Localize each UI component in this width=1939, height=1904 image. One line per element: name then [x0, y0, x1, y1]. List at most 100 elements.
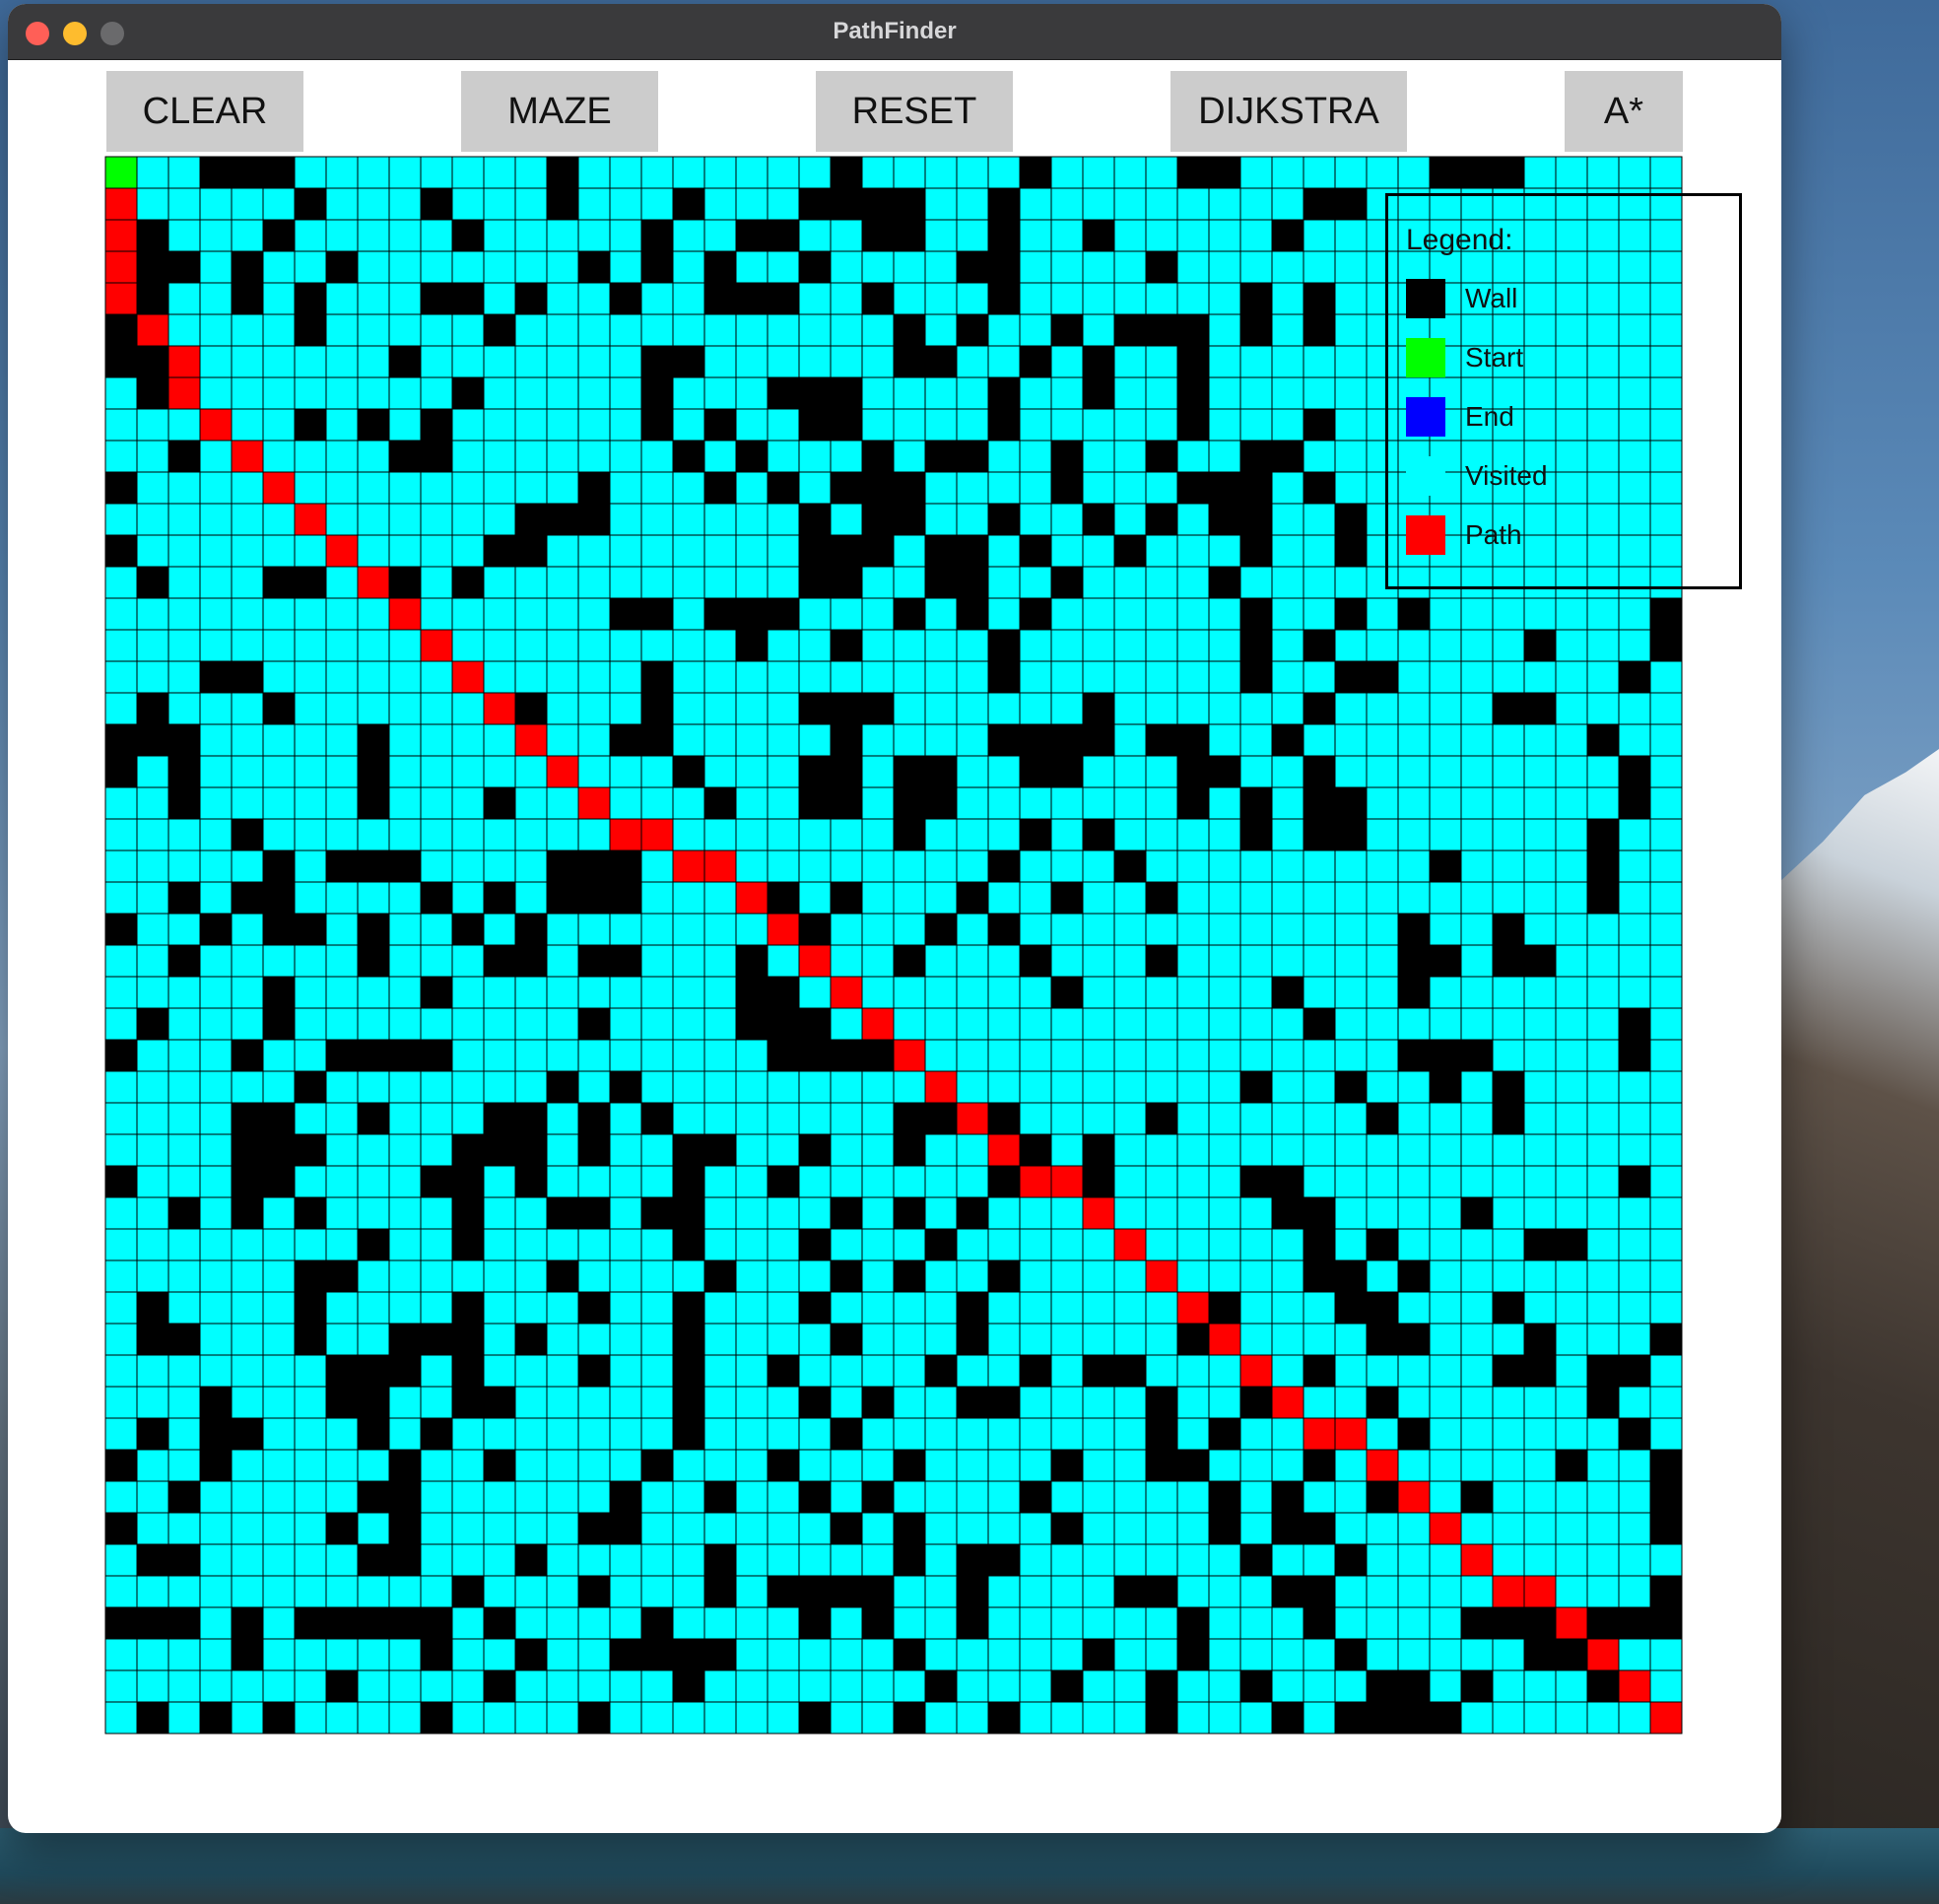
grid-cell-wall[interactable] — [924, 1228, 958, 1261]
grid-cell-visited[interactable] — [546, 471, 579, 505]
grid-cell-visited[interactable] — [1586, 156, 1620, 189]
grid-cell-visited[interactable] — [1460, 976, 1494, 1009]
grid-cell-wall[interactable] — [104, 471, 138, 505]
grid-cell-visited[interactable] — [1176, 1102, 1210, 1135]
grid-cell-visited[interactable] — [640, 566, 674, 599]
grid-cell-visited[interactable] — [798, 1512, 832, 1545]
grid-cell-wall[interactable] — [325, 1386, 359, 1419]
grid-cell-visited[interactable] — [1460, 1165, 1494, 1198]
grid-cell-visited[interactable] — [830, 1606, 863, 1640]
grid-cell-wall[interactable] — [136, 1323, 169, 1356]
grid-cell-visited[interactable] — [1334, 1449, 1368, 1482]
grid-cell-wall[interactable] — [1082, 345, 1115, 378]
grid-cell-visited[interactable] — [1586, 692, 1620, 725]
grid-cell-wall[interactable] — [1019, 534, 1052, 568]
grid-cell-wall[interactable] — [136, 1007, 169, 1041]
grid-cell-visited[interactable] — [104, 818, 138, 851]
grid-cell-visited[interactable] — [609, 1007, 642, 1041]
grid-cell-wall[interactable] — [735, 976, 769, 1009]
grid-cell-visited[interactable] — [1523, 1669, 1557, 1703]
grid-cell-visited[interactable] — [1176, 250, 1210, 284]
grid-cell-visited[interactable] — [1523, 1480, 1557, 1514]
grid-cell-visited[interactable] — [420, 1133, 453, 1167]
grid-cell-visited[interactable] — [1113, 1007, 1147, 1041]
grid-cell-visited[interactable] — [577, 818, 611, 851]
grid-cell-path[interactable] — [104, 250, 138, 284]
grid-cell-visited[interactable] — [1208, 913, 1241, 946]
grid-cell-wall[interactable] — [231, 250, 264, 284]
grid-cell-visited[interactable] — [1397, 629, 1431, 662]
grid-cell-visited[interactable] — [514, 1007, 548, 1041]
grid-cell-visited[interactable] — [136, 1449, 169, 1482]
grid-cell-visited[interactable] — [1145, 850, 1178, 883]
grid-cell-visited[interactable] — [420, 755, 453, 788]
grid-cell-visited[interactable] — [987, 1480, 1021, 1514]
grid-cell-visited[interactable] — [1334, 250, 1368, 284]
grid-cell-visited[interactable] — [767, 755, 800, 788]
grid-cell-visited[interactable] — [987, 440, 1021, 473]
grid-cell-visited[interactable] — [483, 1228, 516, 1261]
grid-cell-visited[interactable] — [1176, 597, 1210, 631]
grid-cell-wall[interactable] — [1145, 440, 1178, 473]
grid-cell-visited[interactable] — [640, 156, 674, 189]
grid-cell-visited[interactable] — [1429, 1323, 1462, 1356]
grid-cell-visited[interactable] — [893, 1070, 926, 1104]
grid-cell-visited[interactable] — [1208, 1701, 1241, 1734]
grid-cell-wall[interactable] — [1050, 976, 1084, 1009]
grid-cell-wall[interactable] — [577, 1133, 611, 1167]
grid-cell-visited[interactable] — [672, 566, 705, 599]
grid-cell-visited[interactable] — [104, 376, 138, 410]
grid-cell-wall[interactable] — [1271, 1512, 1304, 1545]
grid-cell-wall[interactable] — [546, 187, 579, 221]
grid-cell-visited[interactable] — [294, 881, 327, 915]
grid-cell-visited[interactable] — [420, 503, 453, 536]
grid-cell-visited[interactable] — [388, 1196, 422, 1230]
grid-cell-visited[interactable] — [1303, 1133, 1336, 1167]
grid-cell-wall[interactable] — [420, 408, 453, 442]
grid-cell-wall[interactable] — [294, 1196, 327, 1230]
grid-cell-visited[interactable] — [1176, 1196, 1210, 1230]
grid-cell-visited[interactable] — [735, 1354, 769, 1388]
grid-cell-visited[interactable] — [420, 1196, 453, 1230]
grid-cell-visited[interactable] — [231, 471, 264, 505]
grid-cell-visited[interactable] — [1523, 786, 1557, 820]
grid-cell-visited[interactable] — [136, 1070, 169, 1104]
grid-cell-visited[interactable] — [1145, 660, 1178, 694]
grid-cell-visited[interactable] — [861, 850, 895, 883]
grid-cell-visited[interactable] — [924, 1039, 958, 1072]
grid-cell-path[interactable] — [136, 313, 169, 347]
grid-cell-visited[interactable] — [956, 850, 989, 883]
grid-cell-visited[interactable] — [1618, 723, 1651, 757]
grid-cell-wall[interactable] — [767, 1354, 800, 1388]
grid-cell-visited[interactable] — [703, 376, 737, 410]
grid-cell-visited[interactable] — [1239, 376, 1273, 410]
grid-cell-wall[interactable] — [1492, 1606, 1525, 1640]
grid-cell-wall[interactable] — [1019, 755, 1052, 788]
grid-cell-visited[interactable] — [735, 1512, 769, 1545]
grid-cell-visited[interactable] — [420, 1669, 453, 1703]
grid-cell-visited[interactable] — [1492, 1701, 1525, 1734]
grid-cell-visited[interactable] — [325, 440, 359, 473]
grid-cell-visited[interactable] — [420, 944, 453, 978]
grid-cell-visited[interactable] — [167, 1354, 201, 1388]
grid-cell-visited[interactable] — [325, 1638, 359, 1671]
grid-cell-visited[interactable] — [1460, 1133, 1494, 1167]
grid-cell-visited[interactable] — [231, 534, 264, 568]
grid-cell-visited[interactable] — [735, 1196, 769, 1230]
grid-cell-visited[interactable] — [1019, 503, 1052, 536]
grid-cell-visited[interactable] — [1208, 1354, 1241, 1388]
grid-cell-wall[interactable] — [987, 1386, 1021, 1419]
grid-cell-visited[interactable] — [1019, 313, 1052, 347]
grid-cell-wall[interactable] — [1649, 1512, 1683, 1545]
grid-cell-visited[interactable] — [483, 1638, 516, 1671]
grid-cell-visited[interactable] — [893, 250, 926, 284]
grid-cell-visited[interactable] — [1303, 1480, 1336, 1514]
grid-cell-visited[interactable] — [1145, 376, 1178, 410]
grid-cell-wall[interactable] — [1334, 187, 1368, 221]
grid-cell-visited[interactable] — [546, 944, 579, 978]
grid-cell-wall[interactable] — [987, 219, 1021, 252]
grid-cell-visited[interactable] — [199, 1669, 233, 1703]
grid-cell-visited[interactable] — [956, 1354, 989, 1388]
grid-cell-visited[interactable] — [1082, 1228, 1115, 1261]
grid-cell-visited[interactable] — [451, 881, 485, 915]
